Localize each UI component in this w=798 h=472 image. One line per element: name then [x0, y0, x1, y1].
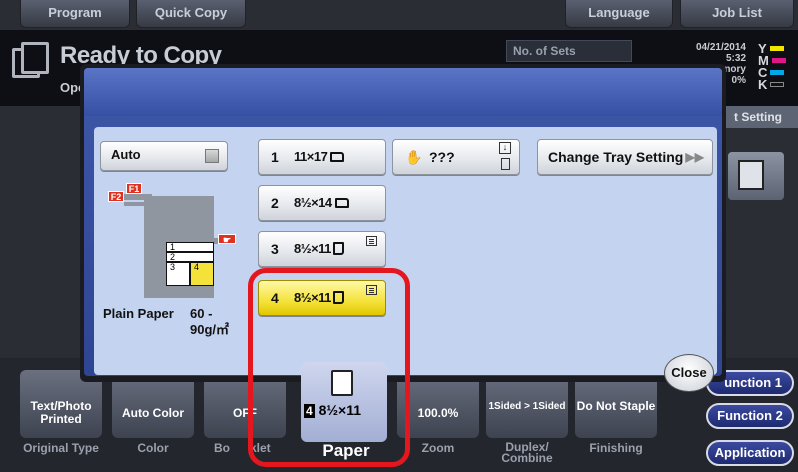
finishing-caption: Finishing: [589, 441, 643, 455]
highlight-annotation: [248, 268, 410, 467]
paper-weight-unit: 90g/㎡: [190, 322, 230, 337]
toner-bar: [770, 82, 785, 87]
toner-label: K: [758, 77, 768, 92]
hand-icon: ✋: [405, 149, 423, 165]
toner-levels: Y M C K: [758, 42, 794, 92]
no-of-sets-field[interactable]: No. of Sets: [506, 40, 632, 62]
time-text: 5:32: [725, 53, 746, 64]
color-caption: Color: [137, 441, 169, 455]
paper-list-icon: [366, 236, 377, 246]
tray-number: 2: [271, 195, 279, 211]
change-tray-setting-button[interactable]: Change Tray Setting ▶▶: [537, 139, 713, 175]
original-button[interactable]: [728, 152, 784, 200]
original-type-caption: Original Type: [23, 441, 99, 455]
setting-tab[interactable]: t Setting: [716, 106, 798, 128]
tray-number: 3: [271, 241, 279, 257]
tray-number: 1: [271, 149, 279, 165]
color-label: Auto Color: [122, 406, 184, 420]
slot-1: 1: [166, 242, 214, 252]
tray-size-text: 8½×14: [294, 195, 332, 210]
close-button[interactable]: Close: [664, 354, 714, 392]
application-button[interactable]: Application: [706, 440, 794, 466]
toner-bar: [770, 70, 785, 75]
tray-size: 8½×14: [294, 186, 349, 220]
page-icon: [501, 158, 510, 170]
landscape-page-icon: [330, 152, 345, 162]
tray-3-button[interactable]: 3 8½×11: [258, 231, 386, 267]
booklet-caption-start: Bo: [214, 441, 230, 455]
paper-weight-range: 60 -: [190, 306, 213, 321]
bypass-tray-button[interactable]: ✋ ??? ↓: [392, 139, 520, 175]
toner-row-k: K: [758, 77, 794, 92]
date-text: 04/21/2014: [695, 42, 746, 53]
slot-4: 4: [190, 262, 214, 286]
quick-copy-button[interactable]: Quick Copy: [136, 0, 246, 28]
f2-tag: F2: [108, 191, 124, 202]
machine-diagram: F1 F2 ☛ 1 2 3 4: [108, 178, 243, 298]
document-icon: [738, 160, 764, 190]
toner-bar: [771, 58, 786, 63]
tray-size: 8½×11: [294, 232, 344, 266]
auto-label: Auto: [111, 147, 141, 162]
job-list-button[interactable]: Job List: [680, 0, 794, 28]
toner-bar: [769, 46, 784, 51]
tray-1-button[interactable]: 1 11×17: [258, 139, 386, 175]
duplex-caption: Duplex/ Combine: [501, 440, 553, 465]
paper-weight-label: 60 - 90g/㎡: [190, 306, 229, 338]
tray-size: 11×17: [294, 140, 345, 174]
program-button[interactable]: Program: [20, 0, 130, 28]
language-button[interactable]: Language: [565, 0, 673, 28]
tray-size-text: 11×17: [294, 149, 328, 164]
bypass-tag: ☛: [218, 234, 236, 245]
duplex-label: 1Sided > 1Sided: [488, 401, 566, 412]
finishing-label: Do Not Staple: [576, 399, 656, 413]
portrait-page-icon: [332, 242, 344, 255]
double-chevron-right-icon: ▶▶: [685, 150, 704, 164]
tray-2-button[interactable]: 2 8½×14: [258, 185, 386, 221]
auto-paper-button[interactable]: Auto: [100, 141, 228, 171]
checkbox-icon: [205, 149, 219, 163]
change-tray-label: Change Tray Setting: [548, 149, 684, 165]
copy-icon: [12, 42, 49, 78]
function-2-button[interactable]: Function 2: [706, 403, 794, 429]
slot-3: 3: [166, 262, 190, 286]
download-icon: ↓: [499, 142, 511, 154]
tray-size-text: 8½×11: [294, 241, 331, 256]
paper-type-label: Plain Paper: [103, 306, 174, 321]
f1-tag: F1: [126, 183, 142, 194]
bypass-label: ???: [429, 149, 455, 165]
dialog-header: [84, 68, 722, 116]
landscape-page-icon: [334, 198, 349, 208]
original-type-label: Text/Photo Printed: [30, 399, 92, 426]
slot-2: 2: [166, 252, 214, 262]
